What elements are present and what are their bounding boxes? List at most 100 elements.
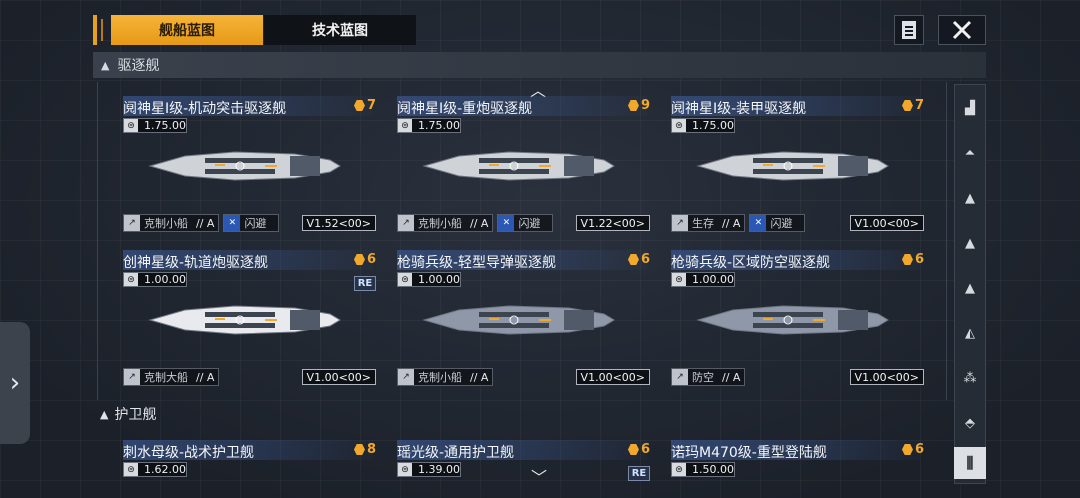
ship-tag: ✕ 闪避 [749, 214, 806, 232]
document-list-icon [902, 21, 916, 39]
ship-class-filter-rail: ▟ ⏶ ▲ ▲ ▲ ◭ ⁂ ⬘ [954, 84, 986, 484]
ship-title: 阋神星I级-重炮驱逐舰 [397, 101, 533, 117]
role-icon: ↗ [672, 369, 688, 385]
drone-icon[interactable]: ⁂ [955, 363, 985, 393]
ship-card[interactable]: 诺玛M470级-重型登陆舰 6 ⊜ 1.50.00 [671, 440, 926, 498]
ship-tag: ↗ 克制大船 // A [123, 368, 220, 386]
cost-value: 9 [640, 98, 650, 113]
cost-hex-icon [627, 254, 639, 265]
close-icon [952, 20, 972, 40]
speed-badge: ⊜ 1.00.00 [671, 272, 735, 287]
cost-hex-icon [901, 254, 913, 265]
speed-value: 1.00 [144, 273, 169, 286]
cost-value: 7 [914, 98, 924, 113]
speed-icon: ⊜ [672, 119, 686, 132]
side-panel-toggle[interactable]: › [0, 322, 30, 444]
speed-icon: ⊜ [398, 273, 412, 286]
tag-list: ↗ 克制小船 // A [397, 368, 494, 386]
ship-tag: ↗ 克制小船 // A [123, 214, 220, 232]
speed-icon: ⊜ [398, 119, 412, 132]
ship-card[interactable]: 瑶光级-通用护卫舰 6 ⊜ 1.39.00 RE [397, 440, 652, 498]
tab-ship-blueprint[interactable]: 舰船蓝图 [111, 15, 263, 45]
speed-value: 1.75 [692, 119, 717, 132]
cost-value: 6 [914, 252, 924, 267]
cost-value: 6 [640, 252, 650, 267]
cost-hex-icon [353, 254, 365, 265]
tab-tech-blueprint[interactable]: 技术蓝图 [264, 15, 416, 45]
corvette-icon[interactable]: ▲ [955, 273, 985, 303]
cost-value: 6 [914, 442, 924, 457]
section-header-frigate[interactable]: ▲ 护卫舰 [100, 404, 156, 424]
fighter-icon[interactable]: ◭ [955, 318, 985, 348]
re-badge: RE [628, 466, 650, 481]
cost-hex-icon [353, 444, 365, 455]
cost-value: 7 [366, 98, 376, 113]
tag-class: // A [470, 216, 489, 230]
speed-decimal: .00 [716, 273, 735, 286]
role-icon: ↗ [124, 369, 140, 385]
dodge-icon: ✕ [224, 215, 241, 231]
version-label: V1.00<00> [301, 369, 376, 385]
ship-card[interactable]: 枪骑兵级-区域防空驱逐舰 6 ⊜ 1.00.00 ↗ 防空 // A V1.00… [671, 250, 926, 390]
support-icon[interactable]: ⬘ [955, 408, 985, 438]
ship-silhouette [148, 305, 341, 335]
document-list-button[interactable] [894, 15, 924, 45]
close-button[interactable] [938, 15, 986, 45]
cost-value: 6 [640, 442, 650, 457]
tab-accent-mark [93, 15, 97, 45]
tag-list: ↗ 防空 // A [671, 368, 746, 386]
ship-cost: 8 [353, 442, 376, 457]
ship-title: 阋神星I级-机动突击驱逐舰 [123, 101, 287, 117]
ship-card[interactable]: 刺水母级-战术护卫舰 8 ⊜ 1.62.00 [123, 440, 378, 498]
tag-label: 克制大船 [144, 371, 188, 384]
cost-hex-icon [901, 444, 913, 455]
collapse-triangle-icon: ▲ [101, 58, 110, 72]
filter-button[interactable]: ⫼ [954, 447, 986, 479]
speed-badge: ⊜ 1.00.00 [397, 272, 461, 287]
speed-badge: ⊜ 1.50.00 [671, 462, 735, 477]
tag-label: 防空 [692, 371, 714, 384]
ship-silhouette [696, 151, 889, 181]
ship-cost: 6 [353, 252, 376, 267]
speed-value: 1.39 [418, 463, 443, 476]
speed-icon: ⊜ [672, 463, 686, 476]
speed-icon: ⊜ [124, 273, 138, 286]
ship-silhouette [696, 305, 889, 335]
ship-cost: 6 [627, 252, 650, 267]
tag-class: // A [196, 216, 215, 230]
speed-value: 1.50 [692, 463, 717, 476]
ship-card[interactable]: 阋神星I级-重炮驱逐舰 9 ⊜ 1.75.00 ↗ 克制小船 // A ✕ 闪避… [397, 96, 652, 236]
cruiser-icon[interactable]: ⏶ [955, 138, 985, 168]
ship-card[interactable]: 枪骑兵级-轻型导弹驱逐舰 6 ⊜ 1.00.00 ↗ 克制小船 // A V1.… [397, 250, 652, 390]
destroyer-icon[interactable]: ▲ [955, 183, 985, 213]
version-label: V1.52<00> [301, 215, 376, 231]
re-badge: RE [354, 276, 376, 291]
filter-icon: ⫼ [966, 454, 974, 472]
section-header-destroyer[interactable]: ▲ 驱逐舰 [93, 52, 986, 78]
ship-silhouette [148, 151, 341, 181]
role-icon: ↗ [672, 215, 688, 231]
ship-card[interactable]: 阋神星I级-机动突击驱逐舰 7 ⊜ 1.75.00 ↗ 克制小船 // A ✕ … [123, 96, 378, 236]
speed-value: 1.75 [418, 119, 443, 132]
ship-title: 诺玛M470级-重型登陆舰 [671, 445, 827, 461]
ship-card[interactable]: 创神星级-轨道炮驱逐舰 6 ⊜ 1.00.00 RE ↗ 克制大船 // A V… [123, 250, 378, 390]
speed-decimal: .00 [442, 463, 461, 476]
tag-list: ↗ 生存 // A ✕ 闪避 [671, 214, 806, 232]
tab-accent-mark [101, 19, 103, 41]
speed-badge: ⊜ 1.39.00 [397, 462, 461, 477]
top-tab-bar: 舰船蓝图 技术蓝图 [93, 15, 986, 45]
section-label: 驱逐舰 [117, 58, 160, 74]
speed-icon: ⊜ [124, 119, 138, 132]
tag-label: 闪避 [518, 217, 541, 230]
scroll-down-icon[interactable]: ﹀ [531, 464, 547, 488]
speed-badge: ⊜ 1.62.00 [123, 462, 187, 477]
ship-tag: ↗ 克制小船 // A [397, 214, 494, 232]
speed-value: 1.00 [692, 273, 717, 286]
speed-badge: ⊜ 1.75.00 [123, 118, 187, 133]
ship-card[interactable]: 阋神星I级-装甲驱逐舰 7 ⊜ 1.75.00 ↗ 生存 // A ✕ 闪避 V… [671, 96, 926, 236]
frigate-icon[interactable]: ▲ [955, 228, 985, 258]
carrier-icon[interactable]: ▟ [955, 93, 985, 123]
cost-hex-icon [901, 100, 913, 111]
chevron-right-icon: › [9, 368, 21, 398]
ship-title: 枪骑兵级-轻型导弹驱逐舰 [397, 255, 557, 271]
